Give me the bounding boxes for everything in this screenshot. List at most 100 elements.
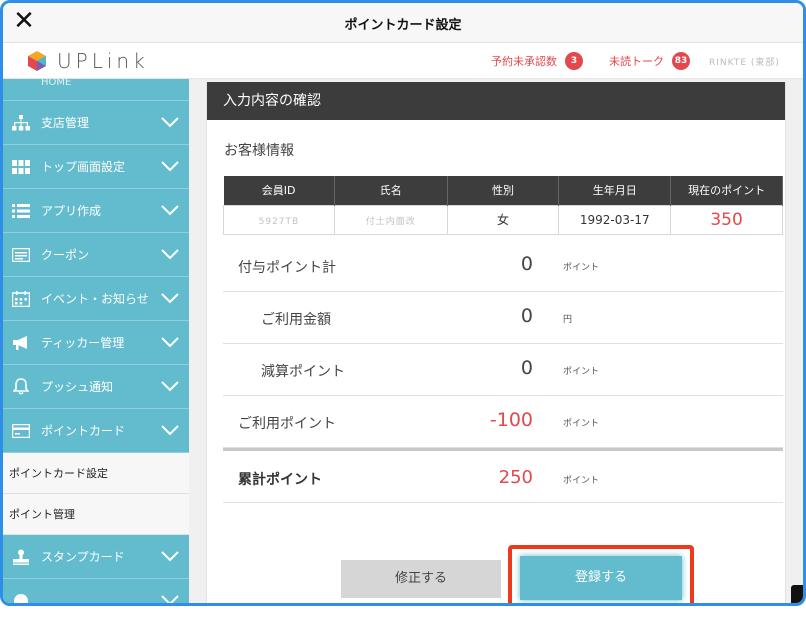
- sidebar-item-home[interactable]: HOME: [3, 79, 189, 101]
- list-icon: [11, 202, 31, 220]
- table-header-row: 会員ID 氏名 性別 生年月日 現在のポイント: [223, 176, 783, 205]
- app-frame: ✕ ポイントカード設定 UPLink 予約未承認数 3 未読トーク 83 RIN…: [0, 0, 806, 606]
- chevron-down-icon: [161, 425, 179, 436]
- chevron-down-icon: [161, 293, 179, 304]
- customer-info-title: お客様情報: [224, 143, 294, 159]
- unread-count-badge: 83: [672, 52, 690, 70]
- sidebar-item-coupon[interactable]: クーポン: [3, 233, 189, 277]
- point-summary: 付与ポイント計 0 ポイント ご利用金額 0 円 減算ポイント 0 ポイント ご…: [223, 240, 783, 503]
- logo-cube-icon: [28, 51, 46, 71]
- chevron-down-icon: [161, 117, 179, 128]
- org-chart-icon: [11, 114, 31, 132]
- unread-talk-link[interactable]: 未読トーク 83: [609, 52, 690, 70]
- card-icon: [11, 422, 31, 440]
- member-id-cell: 5927TB: [223, 204, 335, 235]
- summary-unit: 円: [563, 315, 573, 325]
- summary-value: 0: [520, 305, 533, 327]
- stamp-icon: [11, 548, 31, 566]
- main-content: 入力内容の確認 お客様情報 会員ID 氏名 性別 生年月日 現在のポイント 59…: [189, 79, 803, 603]
- name-cell: 付土内面改: [333, 204, 448, 235]
- side-panel-handle[interactable]: [791, 585, 803, 603]
- chevron-down-icon: [161, 381, 179, 392]
- megaphone-icon: [11, 334, 31, 352]
- summary-label: ご利用ポイント: [238, 416, 336, 432]
- chevron-down-icon: [161, 249, 179, 260]
- column-header: 現在のポイント: [670, 176, 783, 205]
- sidebar-item-label: プッシュ通知: [41, 380, 114, 394]
- sidebar-item-label: ポイントカード: [41, 424, 126, 438]
- member-id-value: 5927TB: [258, 216, 300, 227]
- chevron-down-icon: [161, 551, 179, 562]
- current-points-value: 350: [710, 209, 743, 230]
- sidebar: HOME 支店管理 トップ画面設定 アプリ作成 クーポン イベント・お知らせ テ…: [3, 79, 189, 603]
- name-value: 付土内面改: [365, 216, 416, 227]
- bell-icon: [11, 378, 31, 396]
- sidebar-item-label: クーポン: [41, 248, 90, 262]
- customer-table: 会員ID 氏名 性別 生年月日 現在のポイント 5927TB 付土内面改 女 1…: [223, 176, 783, 235]
- sidebar-item-label: スタンプカード: [41, 550, 125, 564]
- sidebar-item-label: アプリ作成: [41, 204, 102, 218]
- edit-button[interactable]: 修正する: [341, 560, 501, 598]
- sidebar-item-label: ティッカー管理: [41, 336, 125, 350]
- sidebar-item-more[interactable]: [3, 579, 189, 603]
- register-button[interactable]: 登録する: [520, 556, 682, 600]
- summary-value: -100: [489, 409, 533, 431]
- sidebar-item-point-card[interactable]: ポイントカード: [3, 409, 189, 453]
- summary-value: 0: [520, 253, 533, 275]
- chevron-down-icon: [161, 205, 179, 216]
- sidebar-item-label: 支店管理: [41, 116, 90, 130]
- summary-unit: ポイント: [563, 263, 600, 273]
- sidebar-item-ticker[interactable]: ティッカー管理: [3, 321, 189, 365]
- summary-row-total: 累計ポイント 250 ポイント: [223, 448, 783, 503]
- sidebar-item-stamp-card[interactable]: スタンプカード: [3, 535, 189, 579]
- column-header: 生年月日: [558, 176, 672, 205]
- column-header: 性別: [447, 176, 560, 205]
- birthdate-cell: 1992-03-17: [558, 204, 672, 235]
- chevron-down-icon: [161, 161, 179, 172]
- pending-reservations-link[interactable]: 予約未承認数 3: [491, 52, 583, 70]
- sidebar-item-top-screen[interactable]: トップ画面設定: [3, 145, 189, 189]
- points-cell: 350: [670, 204, 783, 235]
- window-title: ポイントカード設定: [344, 18, 462, 33]
- summary-row-amount: ご利用金額 0 円: [223, 292, 783, 344]
- sidebar-item-events[interactable]: イベント・お知らせ: [3, 277, 189, 321]
- calendar-icon: [11, 290, 31, 308]
- summary-label: 付与ポイント計: [238, 260, 336, 276]
- sidebar-subitem-point-management[interactable]: ポイント管理: [3, 494, 189, 535]
- sidebar-item-push[interactable]: プッシュ通知: [3, 365, 189, 409]
- sidebar-item-branch[interactable]: 支店管理: [3, 101, 189, 145]
- summary-label: ご利用金額: [261, 312, 331, 328]
- panel-heading: 入力内容の確認: [207, 82, 785, 120]
- summary-unit: ポイント: [563, 476, 600, 486]
- pending-count-badge: 3: [565, 52, 583, 70]
- column-header: 氏名: [334, 176, 448, 205]
- circle-icon: [11, 592, 31, 603]
- summary-row-deducted: 減算ポイント 0 ポイント: [223, 344, 783, 396]
- sidebar-subitem-point-card-settings[interactable]: ポイントカード設定: [3, 453, 189, 494]
- column-header: 会員ID: [223, 176, 335, 205]
- unread-talk-label: 未読トーク: [609, 55, 664, 68]
- summary-label: 減算ポイント: [261, 364, 345, 380]
- sidebar-item-app-create[interactable]: アプリ作成: [3, 189, 189, 233]
- summary-value: 0: [520, 357, 533, 379]
- sidebar-item-label: トップ画面設定: [41, 160, 126, 174]
- coupon-icon: [11, 246, 31, 264]
- app-header: UPLink 予約未承認数 3 未読トーク 83 RINKTE (東部): [3, 43, 803, 79]
- summary-unit: ポイント: [563, 419, 600, 429]
- gender-cell: 女: [446, 204, 560, 235]
- chevron-down-icon: [161, 595, 179, 603]
- summary-unit: ポイント: [563, 367, 600, 377]
- sidebar-item-label: イベント・お知らせ: [41, 292, 149, 306]
- pending-reservations-label: 予約未承認数: [491, 55, 557, 68]
- summary-value: 250: [498, 467, 533, 488]
- chevron-down-icon: [161, 337, 179, 348]
- summary-label: 累計ポイント: [238, 472, 322, 488]
- sidebar-item-label: HOME: [41, 79, 72, 88]
- title-bar: ✕ ポイントカード設定: [3, 3, 803, 43]
- logo[interactable]: UPLink: [27, 48, 149, 74]
- grid-icon: [11, 158, 31, 176]
- confirmation-panel: 入力内容の確認 お客様情報 会員ID 氏名 性別 生年月日 現在のポイント 59…: [206, 82, 786, 603]
- user-name[interactable]: RINKTE (東部): [709, 55, 780, 68]
- summary-row-used: ご利用ポイント -100 ポイント: [223, 396, 783, 448]
- logo-text: UPLink: [57, 49, 149, 73]
